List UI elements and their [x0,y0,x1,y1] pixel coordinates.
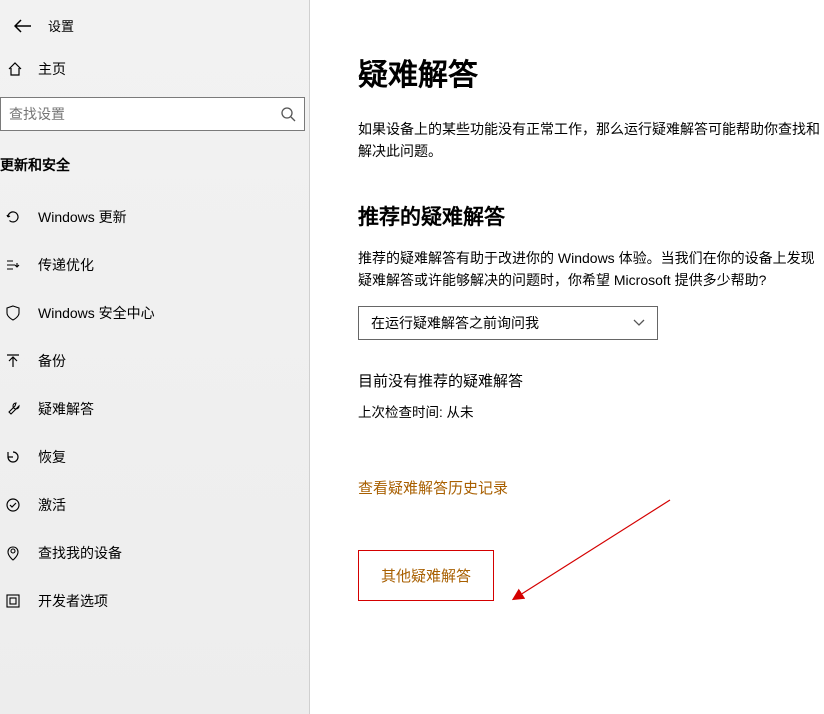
page-title: 疑难解答 [358,50,824,94]
sidebar-item-find-device[interactable]: 查找我的设备 [0,529,309,577]
intro-text: 如果设备上的某些功能没有正常工作，那么运行疑难解答可能帮助你查找和解决此问题。 [358,118,824,163]
home-icon [6,61,24,77]
search-field[interactable] [9,106,280,122]
sidebar-item-developer[interactable]: 开发者选项 [0,577,309,625]
sidebar-item-label: 查找我的设备 [38,543,122,563]
recovery-icon [4,449,22,465]
sidebar-item-security[interactable]: Windows 安全中心 [0,289,309,337]
sidebar-item-label: Windows 更新 [38,207,127,227]
no-recommended: 目前没有推荐的疑难解答 [358,370,824,391]
section-header: 更新和安全 [0,149,309,193]
sidebar-item-label: 激活 [38,495,66,515]
sidebar-item-backup[interactable]: 备份 [0,337,309,385]
sidebar-item-label: 备份 [38,351,66,371]
refresh-icon [4,209,22,225]
sidebar-item-label: Windows 安全中心 [38,303,155,323]
last-check: 上次检查时间: 从未 [358,401,824,421]
recommended-desc: 推荐的疑难解答有助于改进你的 Windows 体验。当我们在你的设备上发现疑难解… [358,247,824,292]
sidebar-item-label: 疑难解答 [38,399,94,419]
nav-list: Windows 更新 传递优化 Windows 安全中心 备份 [0,193,309,625]
sidebar: 设置 主页 更新和安全 Windows 更新 [0,0,310,714]
header-bar: 设置 [0,10,309,49]
help-level-dropdown[interactable]: 在运行疑难解答之前询问我 [358,306,658,340]
dropdown-value: 在运行疑难解答之前询问我 [371,313,539,333]
backup-icon [4,353,22,369]
troubleshoot-icon [4,401,22,417]
search-icon [280,106,296,122]
sidebar-item-label: 传递优化 [38,255,94,275]
find-device-icon [4,545,22,561]
main-content: 疑难解答 如果设备上的某些功能没有正常工作，那么运行疑难解答可能帮助你查找和解决… [310,0,824,714]
home-label: 主页 [38,59,66,79]
chevron-down-icon [633,319,645,327]
shield-icon [4,305,22,321]
sidebar-item-activation[interactable]: 激活 [0,481,309,529]
sidebar-item-label: 开发者选项 [38,591,108,611]
sidebar-item-recovery[interactable]: 恢复 [0,433,309,481]
sidebar-item-windows-update[interactable]: Windows 更新 [0,193,309,241]
history-link[interactable]: 查看疑难解答历史记录 [358,477,508,498]
other-troubleshoot-link[interactable]: 其他疑难解答 [358,550,494,601]
home-row[interactable]: 主页 [0,49,309,97]
sidebar-item-label: 恢复 [38,447,66,467]
activation-icon [4,497,22,513]
delivery-icon [4,257,22,273]
developer-icon [4,593,22,609]
recommended-title: 推荐的疑难解答 [358,201,824,231]
sidebar-item-troubleshoot[interactable]: 疑难解答 [0,385,309,433]
back-icon[interactable] [10,17,36,35]
sidebar-item-delivery[interactable]: 传递优化 [0,241,309,289]
settings-title: 设置 [48,16,74,35]
search-input[interactable] [0,97,305,131]
